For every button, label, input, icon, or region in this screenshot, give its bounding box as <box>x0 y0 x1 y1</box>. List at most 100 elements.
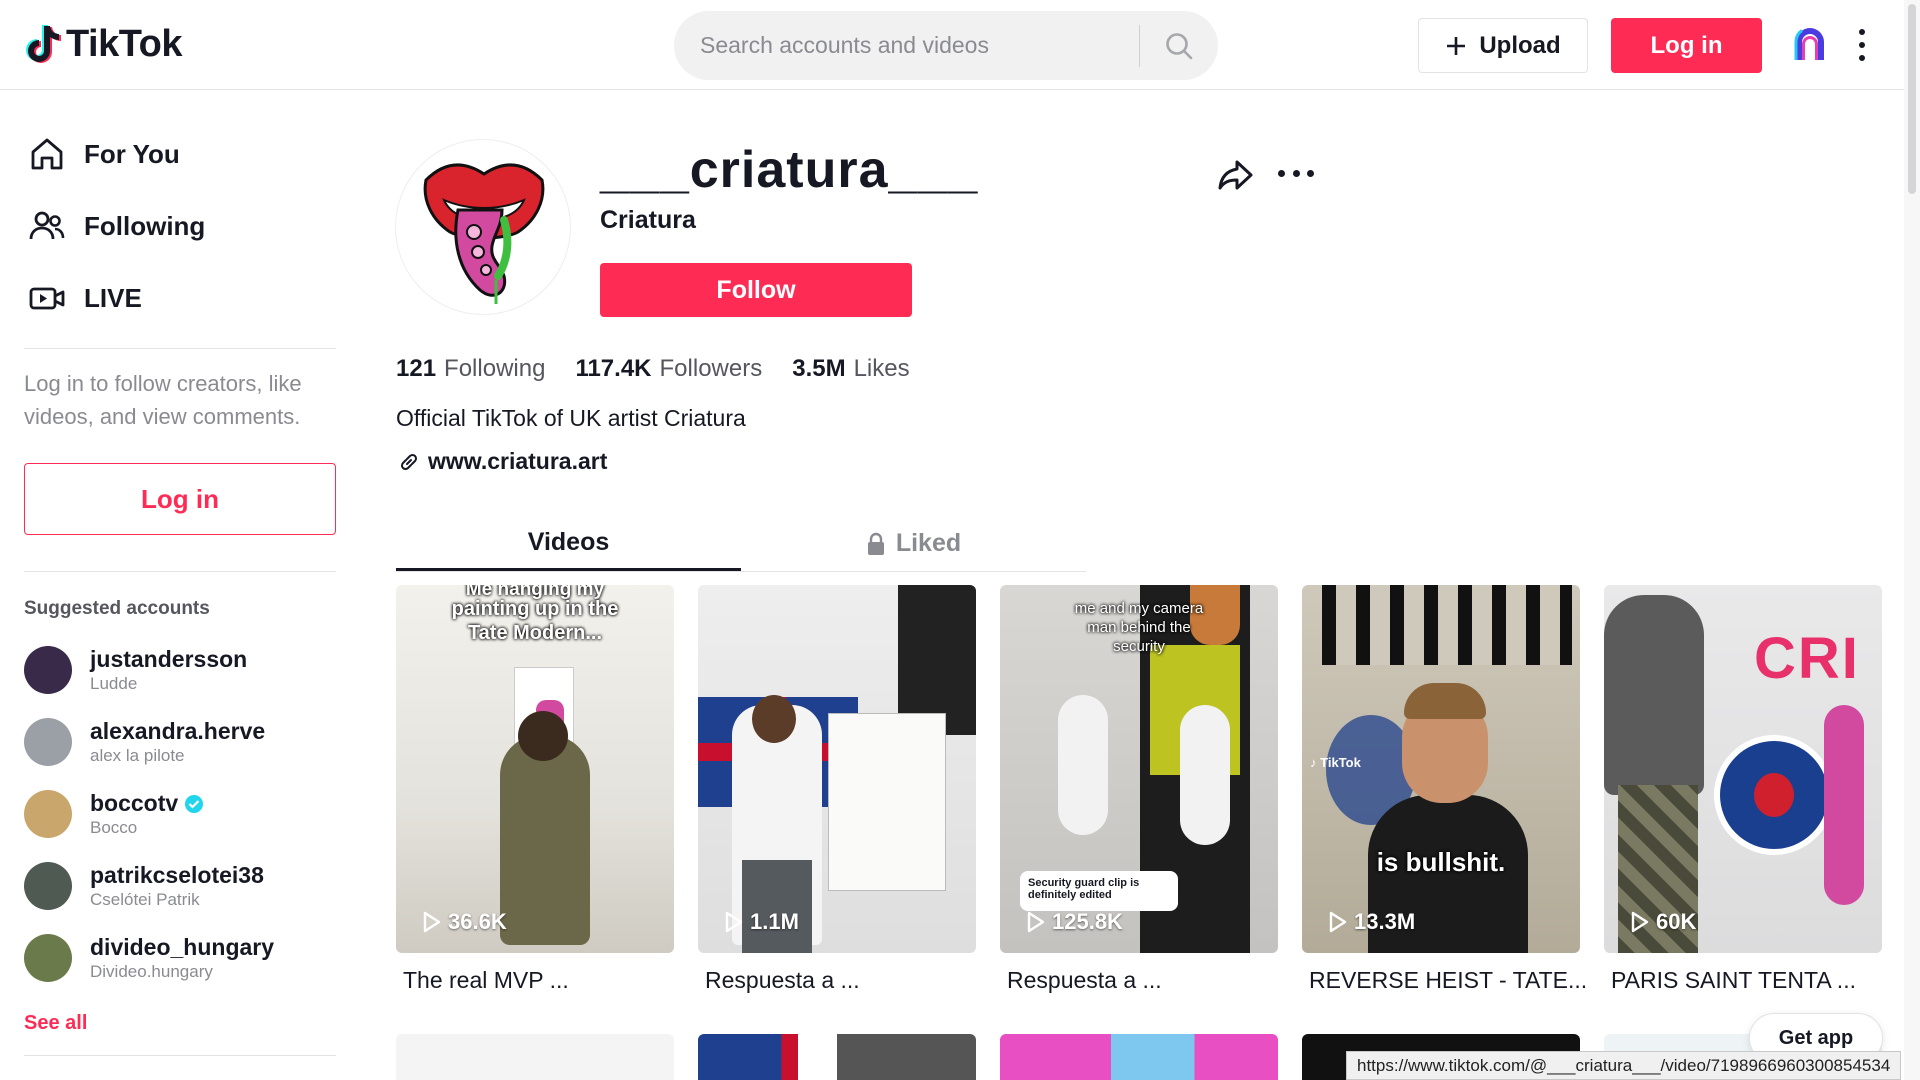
share-icon[interactable] <box>1216 156 1254 194</box>
video-thumbnail[interactable]: CRI 60K <box>1604 585 1882 953</box>
scroll-thumb[interactable] <box>1908 4 1916 194</box>
tab-videos[interactable]: Videos <box>396 516 741 571</box>
account-name-text: alexandra.herve <box>90 718 266 744</box>
view-count-text: 13.3M <box>1354 909 1416 934</box>
stat-following[interactable]: 121 Following <box>396 355 545 383</box>
nav-label: For You <box>84 138 180 169</box>
tab-liked-label: Liked <box>895 529 962 557</box>
page-scrollbar[interactable] <box>1904 0 1920 1080</box>
view-count: 1.1M <box>724 909 799 935</box>
account-subtitle: alex la pilote <box>90 746 185 765</box>
header-login-button[interactable]: Log in <box>1611 18 1762 73</box>
search-bar <box>674 11 1218 80</box>
suggested-account[interactable]: justandersson Ludde <box>24 634 336 706</box>
video-caption[interactable]: Respuesta a ... <box>1000 967 1278 994</box>
tiktok-logo[interactable]: TikTok <box>24 22 182 66</box>
account-name: divideo_hungary <box>90 934 274 961</box>
video-card[interactable]: CRI 60K PARIS SAINT TENTA ... <box>1604 585 1882 994</box>
more-vertical-icon[interactable] <box>1848 26 1876 64</box>
video-caption[interactable]: Respuesta a ... <box>698 967 976 994</box>
profile-link[interactable]: www.criatura.art <box>398 448 607 475</box>
search-input[interactable] <box>674 11 1139 80</box>
profile-avatar[interactable] <box>395 139 571 315</box>
video-thumbnail[interactable]: me and my camera man behind the security… <box>1000 585 1278 953</box>
suggested-account[interactable]: boccotv Bocco <box>24 778 336 850</box>
more-horizontal-icon[interactable] <box>1278 170 1314 180</box>
nav-label: LIVE <box>84 282 142 313</box>
nav-live[interactable]: LIVE <box>24 262 336 334</box>
sidebar-login-button[interactable]: Log in <box>24 463 336 535</box>
video-card[interactable]: 1.1M Respuesta a ... <box>698 585 976 994</box>
video-caption[interactable]: PARIS SAINT TENTA ... <box>1604 967 1882 994</box>
following-icon <box>29 211 65 240</box>
account-name: patrikcselotei38 <box>90 862 264 889</box>
home-icon <box>31 138 63 170</box>
stat-label: Following <box>444 355 546 382</box>
account-info: divideo_hungary Divideo.hungary <box>90 934 274 982</box>
view-count-text: 36.6K <box>448 909 507 934</box>
stat-followers[interactable]: 117.4K Followers <box>575 355 762 383</box>
video-card[interactable]: ♪ TikTok is bullshit. 13.3M REVERSE HEIS… <box>1302 585 1587 994</box>
play-icon <box>1027 911 1045 933</box>
upload-button[interactable]: Upload <box>1418 18 1588 73</box>
view-count: 125.8K <box>1026 909 1123 935</box>
watermark-text: TikTok <box>1320 755 1361 770</box>
stat-likes: 3.5M Likes <box>792 355 909 383</box>
nav-for-you[interactable]: For You <box>24 118 336 190</box>
video-thumbnail[interactable] <box>396 1034 674 1080</box>
avatar <box>24 790 72 838</box>
profile-bio: Official TikTok of UK artist Criatura <box>396 405 746 431</box>
video-caption[interactable]: REVERSE HEIST - TATE... <box>1302 967 1587 994</box>
search-button[interactable] <box>1140 11 1218 80</box>
view-count: 13.3M <box>1328 909 1415 935</box>
video-thumbnail[interactable] <box>1000 1034 1278 1080</box>
nav-following[interactable]: Following <box>24 190 336 262</box>
tab-liked[interactable]: Liked <box>741 516 1086 571</box>
video-card[interactable]: Me hanging my painting up in the Tate Mo… <box>396 585 674 994</box>
video-thumbnail[interactable]: ♪ TikTok is bullshit. 13.3M <box>1302 585 1580 953</box>
suggested-account[interactable]: alexandra.herve alex la pilote <box>24 706 336 778</box>
wall-graffiti: CRI <box>1754 626 1860 691</box>
logo-text: TikTok <box>66 22 182 65</box>
video-card[interactable]: me and my camera man behind the security… <box>1000 585 1278 994</box>
video-thumbnail[interactable]: Me hanging my painting up in the Tate Mo… <box>396 585 674 953</box>
live-icon <box>29 287 65 310</box>
status-bar-url: https://www.tiktok.com/@___criatura___/v… <box>1346 1051 1902 1080</box>
account-name-text: boccotv <box>90 790 179 816</box>
login-prompt: Log in to follow creators, like videos, … <box>24 371 302 429</box>
suggested-title: Suggested accounts <box>24 598 210 619</box>
avatar <box>24 718 72 766</box>
brand-arch-icon[interactable] <box>1792 26 1828 62</box>
account-name: alexandra.herve <box>90 718 265 745</box>
profile-nickname: Criatura <box>600 206 696 234</box>
account-name: boccotv <box>90 790 204 817</box>
suggested-account[interactable]: patrikcselotei38 Cselótei Patrik <box>24 850 336 922</box>
suggested-account[interactable]: divideo_hungary Divideo.hungary <box>24 922 336 994</box>
play-icon <box>725 911 743 933</box>
video-overlay-text: painting up in the Tate Modern... <box>451 598 619 644</box>
avatar <box>24 646 72 694</box>
criatura-logo-image <box>423 163 545 304</box>
avatar <box>24 862 72 910</box>
stat-number: 121 <box>396 355 437 382</box>
top-header: TikTok Upload Log in <box>0 0 1904 90</box>
profile-tabs: Videos Liked <box>396 516 1086 572</box>
video-thumbnail[interactable] <box>698 1034 976 1080</box>
view-count-text: 1.1M <box>750 909 799 934</box>
video-overlay-text: me and my camera man behind the security <box>1074 600 1204 655</box>
account-name-text: divideo_hungary <box>90 934 275 960</box>
account-subtitle: Bocco <box>90 818 138 837</box>
video-caption[interactable]: The real MVP ... <box>396 967 674 994</box>
tiktok-logo-icon <box>26 25 61 63</box>
stat-number: 117.4K <box>575 355 652 382</box>
video-overlay-text: is bullshit. <box>1376 847 1506 877</box>
follow-button[interactable]: Follow <box>600 263 912 317</box>
account-name: justandersson <box>90 646 247 673</box>
see-all-link[interactable]: See all <box>24 1012 336 1035</box>
link-text: www.criatura.art <box>428 448 608 474</box>
video-thumbnail[interactable]: 1.1M <box>698 585 976 953</box>
account-subtitle: Divideo.hungary <box>90 962 213 981</box>
account-name-text: justandersson <box>90 646 248 672</box>
account-info: alexandra.herve alex la pilote <box>90 718 265 766</box>
stat-number: 3.5M <box>792 355 846 382</box>
